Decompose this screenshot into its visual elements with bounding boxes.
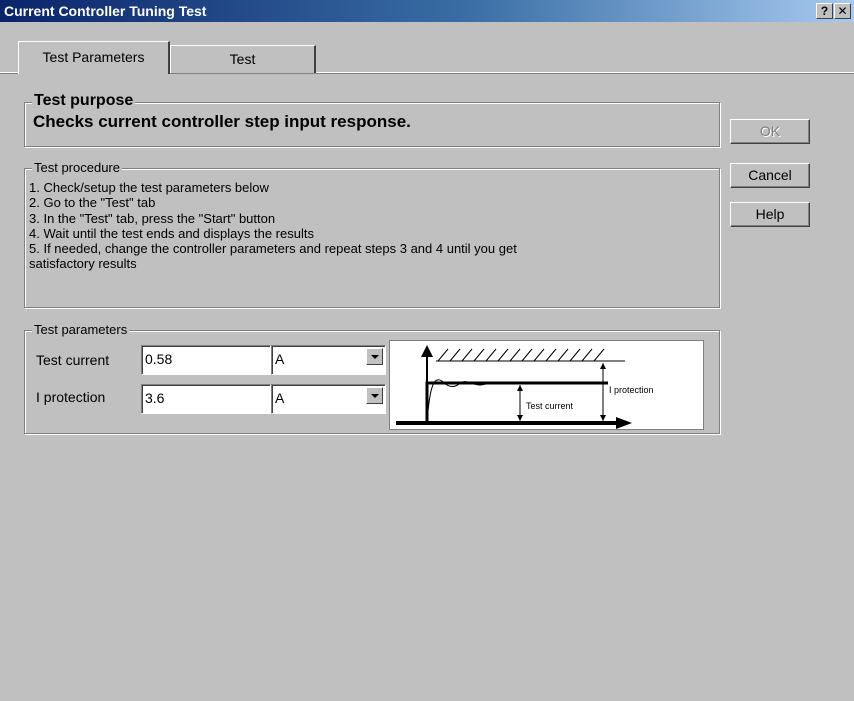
test-procedure-group: Test procedure 1. Check/setup the test p…: [24, 160, 720, 308]
test-purpose-text: Checks current controller step input res…: [33, 112, 411, 131]
diagram-i-protection-label: I protection: [609, 385, 654, 395]
test-current-unit-select[interactable]: A: [271, 345, 386, 375]
procedure-step: 1. Check/setup the test parameters below: [29, 180, 269, 195]
test-current-label: Test current: [36, 352, 110, 368]
i-protection-unit-select[interactable]: A: [271, 384, 386, 414]
procedure-step: satisfactory results: [29, 256, 137, 272]
diagram-test-current-label: Test current: [526, 401, 574, 411]
chevron-down-icon[interactable]: [366, 348, 383, 365]
step-response-diagram: I protection Test current: [389, 340, 704, 430]
test-current-unit-value: A: [275, 351, 285, 367]
help-icon[interactable]: ?: [816, 3, 833, 19]
procedure-step: 3. In the "Test" tab, press the "Start" …: [29, 210, 276, 226]
test-purpose-group: Test purpose Checks current controller s…: [24, 91, 720, 147]
tab-test[interactable]: Test: [170, 45, 316, 73]
test-parameters-legend: Test parameters: [32, 322, 130, 338]
tab-test-parameters[interactable]: Test Parameters: [18, 41, 170, 74]
test-current-input[interactable]: 0.58: [141, 345, 271, 375]
procedure-step: 4. Wait until the test ends and displays…: [29, 225, 314, 241]
test-procedure-legend: Test procedure: [32, 160, 122, 176]
help-button[interactable]: Help: [730, 202, 810, 227]
window-title: Current Controller Tuning Test: [4, 3, 207, 19]
i-protection-unit-value: A: [275, 390, 285, 406]
procedure-step: 2. Go to the "Test" tab: [29, 195, 156, 211]
i-protection-label: I protection: [36, 389, 106, 405]
ok-button[interactable]: OK: [730, 119, 810, 144]
test-purpose-legend: Test purpose: [32, 91, 136, 111]
i-protection-input[interactable]: 3.6: [141, 384, 271, 414]
cancel-button[interactable]: Cancel: [730, 163, 810, 188]
chevron-down-icon[interactable]: [366, 387, 383, 404]
procedure-step: 5. If needed, change the controller para…: [29, 241, 517, 257]
procedure-steps: 1. Check/setup the test parameters below…: [29, 180, 719, 272]
title-bar: Current Controller Tuning Test: [0, 0, 854, 22]
close-icon[interactable]: ✕: [834, 3, 851, 19]
